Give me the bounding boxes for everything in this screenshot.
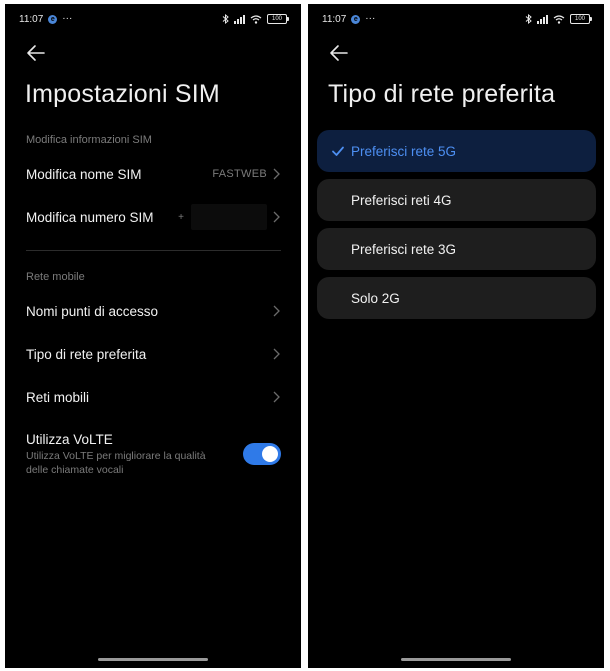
bluetooth-icon (222, 14, 229, 24)
chevron-right-icon (273, 391, 280, 403)
wifi-icon (553, 14, 565, 24)
status-bar: 11:07 e ··· 100 (19, 12, 289, 26)
edit-sim-name-row[interactable]: Modifica nome SIM FASTWEB (26, 164, 281, 184)
toggle-knob (262, 446, 278, 462)
edit-sim-number-label: Modifica numero SIM (26, 209, 154, 225)
check-icon (332, 146, 344, 156)
volte-title: Utilizza VoLTE (26, 432, 113, 447)
status-bar: 11:07 e ··· 100 (322, 12, 592, 26)
edit-sim-name-label: Modifica nome SIM (26, 166, 142, 182)
preferred-network-screen: 11:07 e ··· 100 Tipo di rete preferita P… (308, 4, 604, 668)
section-label-mobile-network: Rete mobile (26, 271, 85, 283)
option-label: Preferisci reti 4G (351, 192, 452, 208)
back-arrow-icon[interactable] (25, 42, 47, 64)
edit-sim-number-row[interactable]: Modifica numero SIM + (26, 204, 281, 230)
app-notification-icon: e (351, 14, 361, 24)
wifi-icon (250, 14, 262, 24)
page-title: Tipo di rete preferita (328, 80, 556, 108)
option-label: Preferisci rete 5G (351, 143, 457, 159)
option-prefer-3g[interactable]: Preferisci rete 3G (317, 228, 596, 270)
sim-settings-screen: 11:07 e ··· 100 Impostazioni SIM Modific… (5, 4, 301, 668)
preferred-network-type-label: Tipo di rete preferita (26, 346, 147, 362)
battery-icon: 100 (570, 14, 592, 24)
sim-number-prefix: + (178, 211, 184, 223)
more-notifications-icon: ··· (62, 13, 73, 24)
app-notification-icon: e (48, 14, 58, 24)
preferred-network-type-row[interactable]: Tipo di rete preferita (26, 344, 281, 364)
battery-icon: 100 (267, 14, 289, 24)
status-time: 11:07 (19, 13, 44, 25)
page-title: Impostazioni SIM (25, 80, 220, 108)
volte-description: Utilizza VoLTE per migliorare la qualità… (26, 450, 206, 476)
volte-toggle[interactable] (243, 443, 281, 465)
option-prefer-4g[interactable]: Preferisci reti 4G (317, 179, 596, 221)
access-point-names-label: Nomi punti di accesso (26, 303, 159, 319)
chevron-right-icon (273, 168, 280, 180)
option-only-2g[interactable]: Solo 2G (317, 277, 596, 319)
home-indicator[interactable] (98, 658, 208, 661)
signal-icon (234, 14, 245, 24)
chevron-right-icon (273, 305, 280, 317)
sim-name-value: FASTWEB (212, 168, 267, 180)
section-label-sim-info: Modifica informazioni SIM (26, 134, 152, 146)
chevron-right-icon (273, 211, 280, 223)
more-notifications-icon: ··· (365, 13, 376, 24)
signal-icon (537, 14, 548, 24)
home-indicator[interactable] (401, 658, 511, 661)
option-prefer-5g[interactable]: Preferisci rete 5G (317, 130, 596, 172)
access-point-names-row[interactable]: Nomi punti di accesso (26, 301, 281, 321)
option-label: Solo 2G (351, 290, 400, 306)
bluetooth-icon (525, 14, 532, 24)
mobile-networks-row[interactable]: Reti mobili (26, 387, 281, 407)
mobile-networks-label: Reti mobili (26, 389, 90, 405)
chevron-right-icon (273, 348, 280, 360)
status-time: 11:07 (322, 13, 347, 25)
option-label: Preferisci rete 3G (351, 241, 457, 257)
section-divider (26, 250, 281, 251)
sim-number-redacted (191, 204, 267, 230)
back-arrow-icon[interactable] (328, 42, 350, 64)
